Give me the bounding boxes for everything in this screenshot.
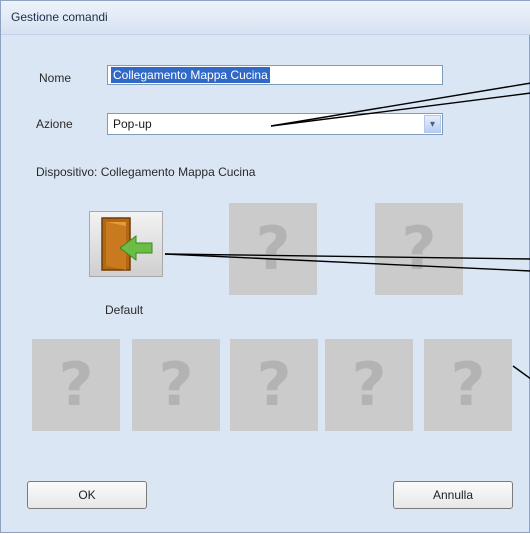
gestione-comandi-dialog: Gestione comandi Nome Collegamento Mappa… bbox=[0, 0, 530, 533]
callout-lines bbox=[164, 82, 530, 380]
